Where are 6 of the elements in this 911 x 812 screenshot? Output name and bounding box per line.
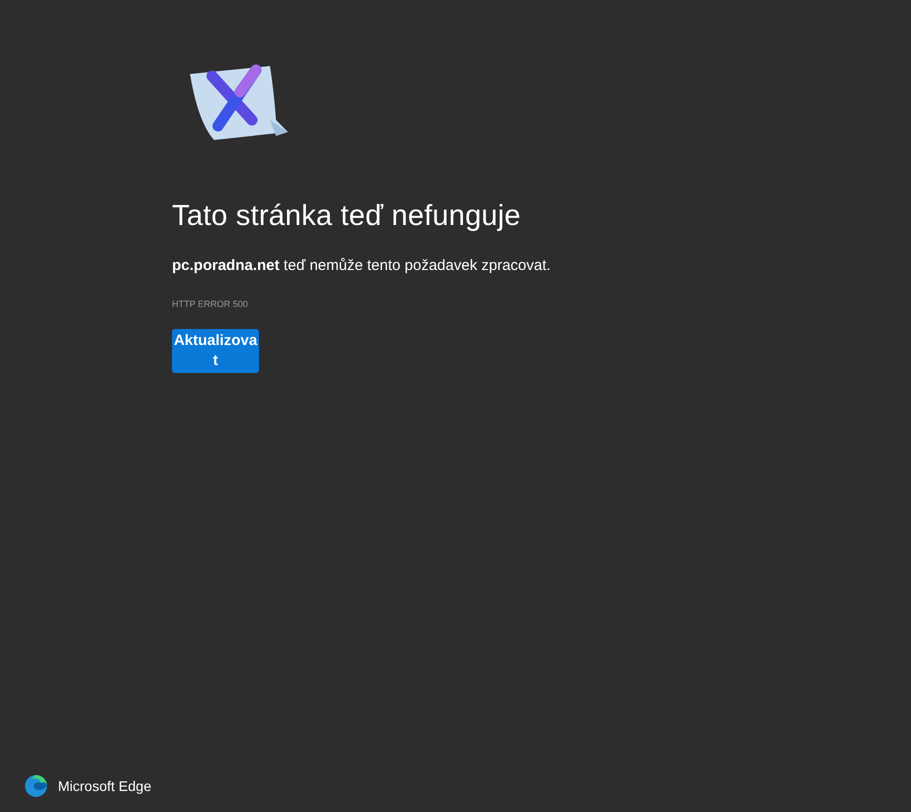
error-message: pc.poradna.net teď nemůže tento požadavek zpracovat. — [172, 257, 551, 274]
error-code: HTTP ERROR 500 — [172, 299, 248, 309]
error-heading: Tato stránka teď nefunguje — [172, 200, 521, 233]
brand-name: Microsoft Edge — [58, 778, 152, 794]
edge-logo-icon — [24, 774, 48, 798]
reload-button[interactable]: Aktualizovat — [172, 329, 259, 373]
